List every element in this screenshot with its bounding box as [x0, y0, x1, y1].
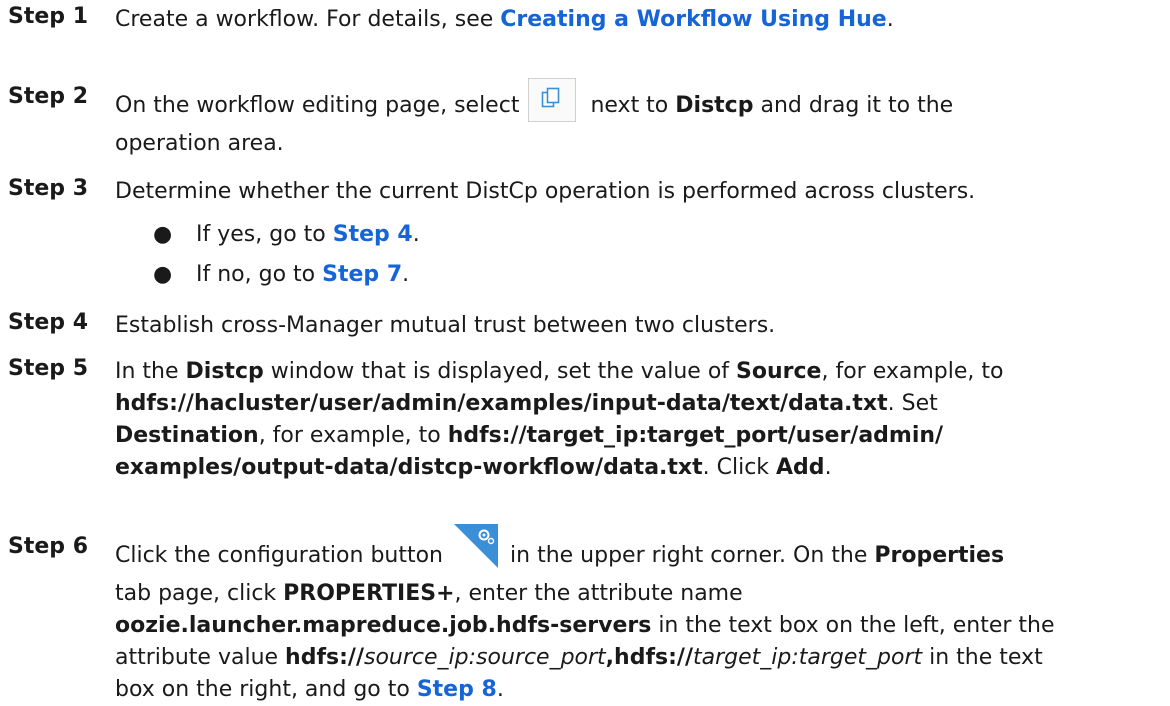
link-creating-workflow[interactable]: Creating a Workflow Using Hue: [500, 7, 886, 32]
step-text: in the text box on the left, enter the: [651, 613, 1055, 638]
step-text: . Click: [702, 455, 777, 480]
list-text: If yes, go to: [196, 222, 333, 247]
attribute-value: source_ip:source_port: [364, 645, 606, 670]
properties-plus-term: PROPERTIES+: [283, 581, 455, 606]
step-label: Step 3: [8, 176, 88, 201]
step-text: attribute value: [115, 645, 286, 670]
attribute-value: target_ip:target_port: [692, 645, 923, 670]
punct: .: [824, 455, 832, 480]
step-text: Establish cross-Manager mutual trust bet…: [115, 313, 776, 338]
distcp-term: Distcp: [675, 93, 754, 118]
bullet-icon: ●: [153, 262, 173, 287]
punct: .: [496, 677, 504, 702]
attribute-value: hdfs://: [285, 645, 364, 670]
destination-path: examples/output-data/distcp-workflow/dat…: [115, 455, 703, 480]
step-text: . Set: [887, 391, 938, 416]
link-step-4[interactable]: Step 4: [333, 222, 413, 247]
add-term: Add: [776, 455, 825, 480]
step-text: On the workflow editing page, select: [115, 93, 520, 118]
step-text: in the upper right corner. On the: [510, 543, 875, 568]
link-step-8[interactable]: Step 8: [417, 677, 497, 702]
step-label: Step 5: [8, 356, 88, 381]
link-step-7[interactable]: Step 7: [322, 262, 402, 287]
step-text: , for example, to: [258, 423, 448, 448]
step-text: window that is displayed, set the value …: [263, 359, 737, 384]
step-label: Step 2: [8, 84, 88, 109]
step-text: , enter the attribute name: [454, 581, 743, 606]
step-text: and drag it to the: [753, 93, 954, 118]
step-text: in the text: [922, 645, 1043, 670]
step-label: Step 1: [8, 4, 88, 29]
source-term: Source: [736, 359, 822, 384]
copy-icon: [528, 78, 577, 122]
gear-icon: [454, 524, 499, 568]
step-label: Step 4: [8, 310, 88, 335]
step-text: next to: [590, 93, 676, 118]
step-text: In the: [115, 359, 186, 384]
step-text: Click the configuration button: [115, 543, 444, 568]
properties-term: Properties: [874, 543, 1005, 568]
step-text: tab page, click: [115, 581, 284, 606]
step-text: , for example, to: [821, 359, 1004, 384]
list-text: If no, go to: [196, 262, 323, 287]
destination-term: Destination: [115, 423, 259, 448]
attribute-name: oozie.launcher.mapreduce.job.hdfs-server…: [115, 613, 652, 638]
step-label: Step 6: [8, 534, 88, 559]
destination-path: hdfs://target_ip:target_port/user/admin/: [447, 423, 944, 448]
step-text: Determine whether the current DistCp ope…: [115, 179, 976, 204]
step-text: operation area.: [115, 131, 284, 156]
punct: .: [886, 7, 894, 32]
punct: .: [402, 262, 410, 287]
bullet-icon: ●: [153, 222, 173, 247]
source-path: hdfs://hacluster/user/admin/examples/inp…: [115, 391, 888, 416]
attribute-value: ,hdfs://: [605, 645, 693, 670]
punct: .: [412, 222, 420, 247]
step-text: Create a workflow. For details, see: [115, 7, 501, 32]
step-text: box on the right, and go to: [115, 677, 417, 702]
distcp-term: Distcp: [185, 359, 264, 384]
